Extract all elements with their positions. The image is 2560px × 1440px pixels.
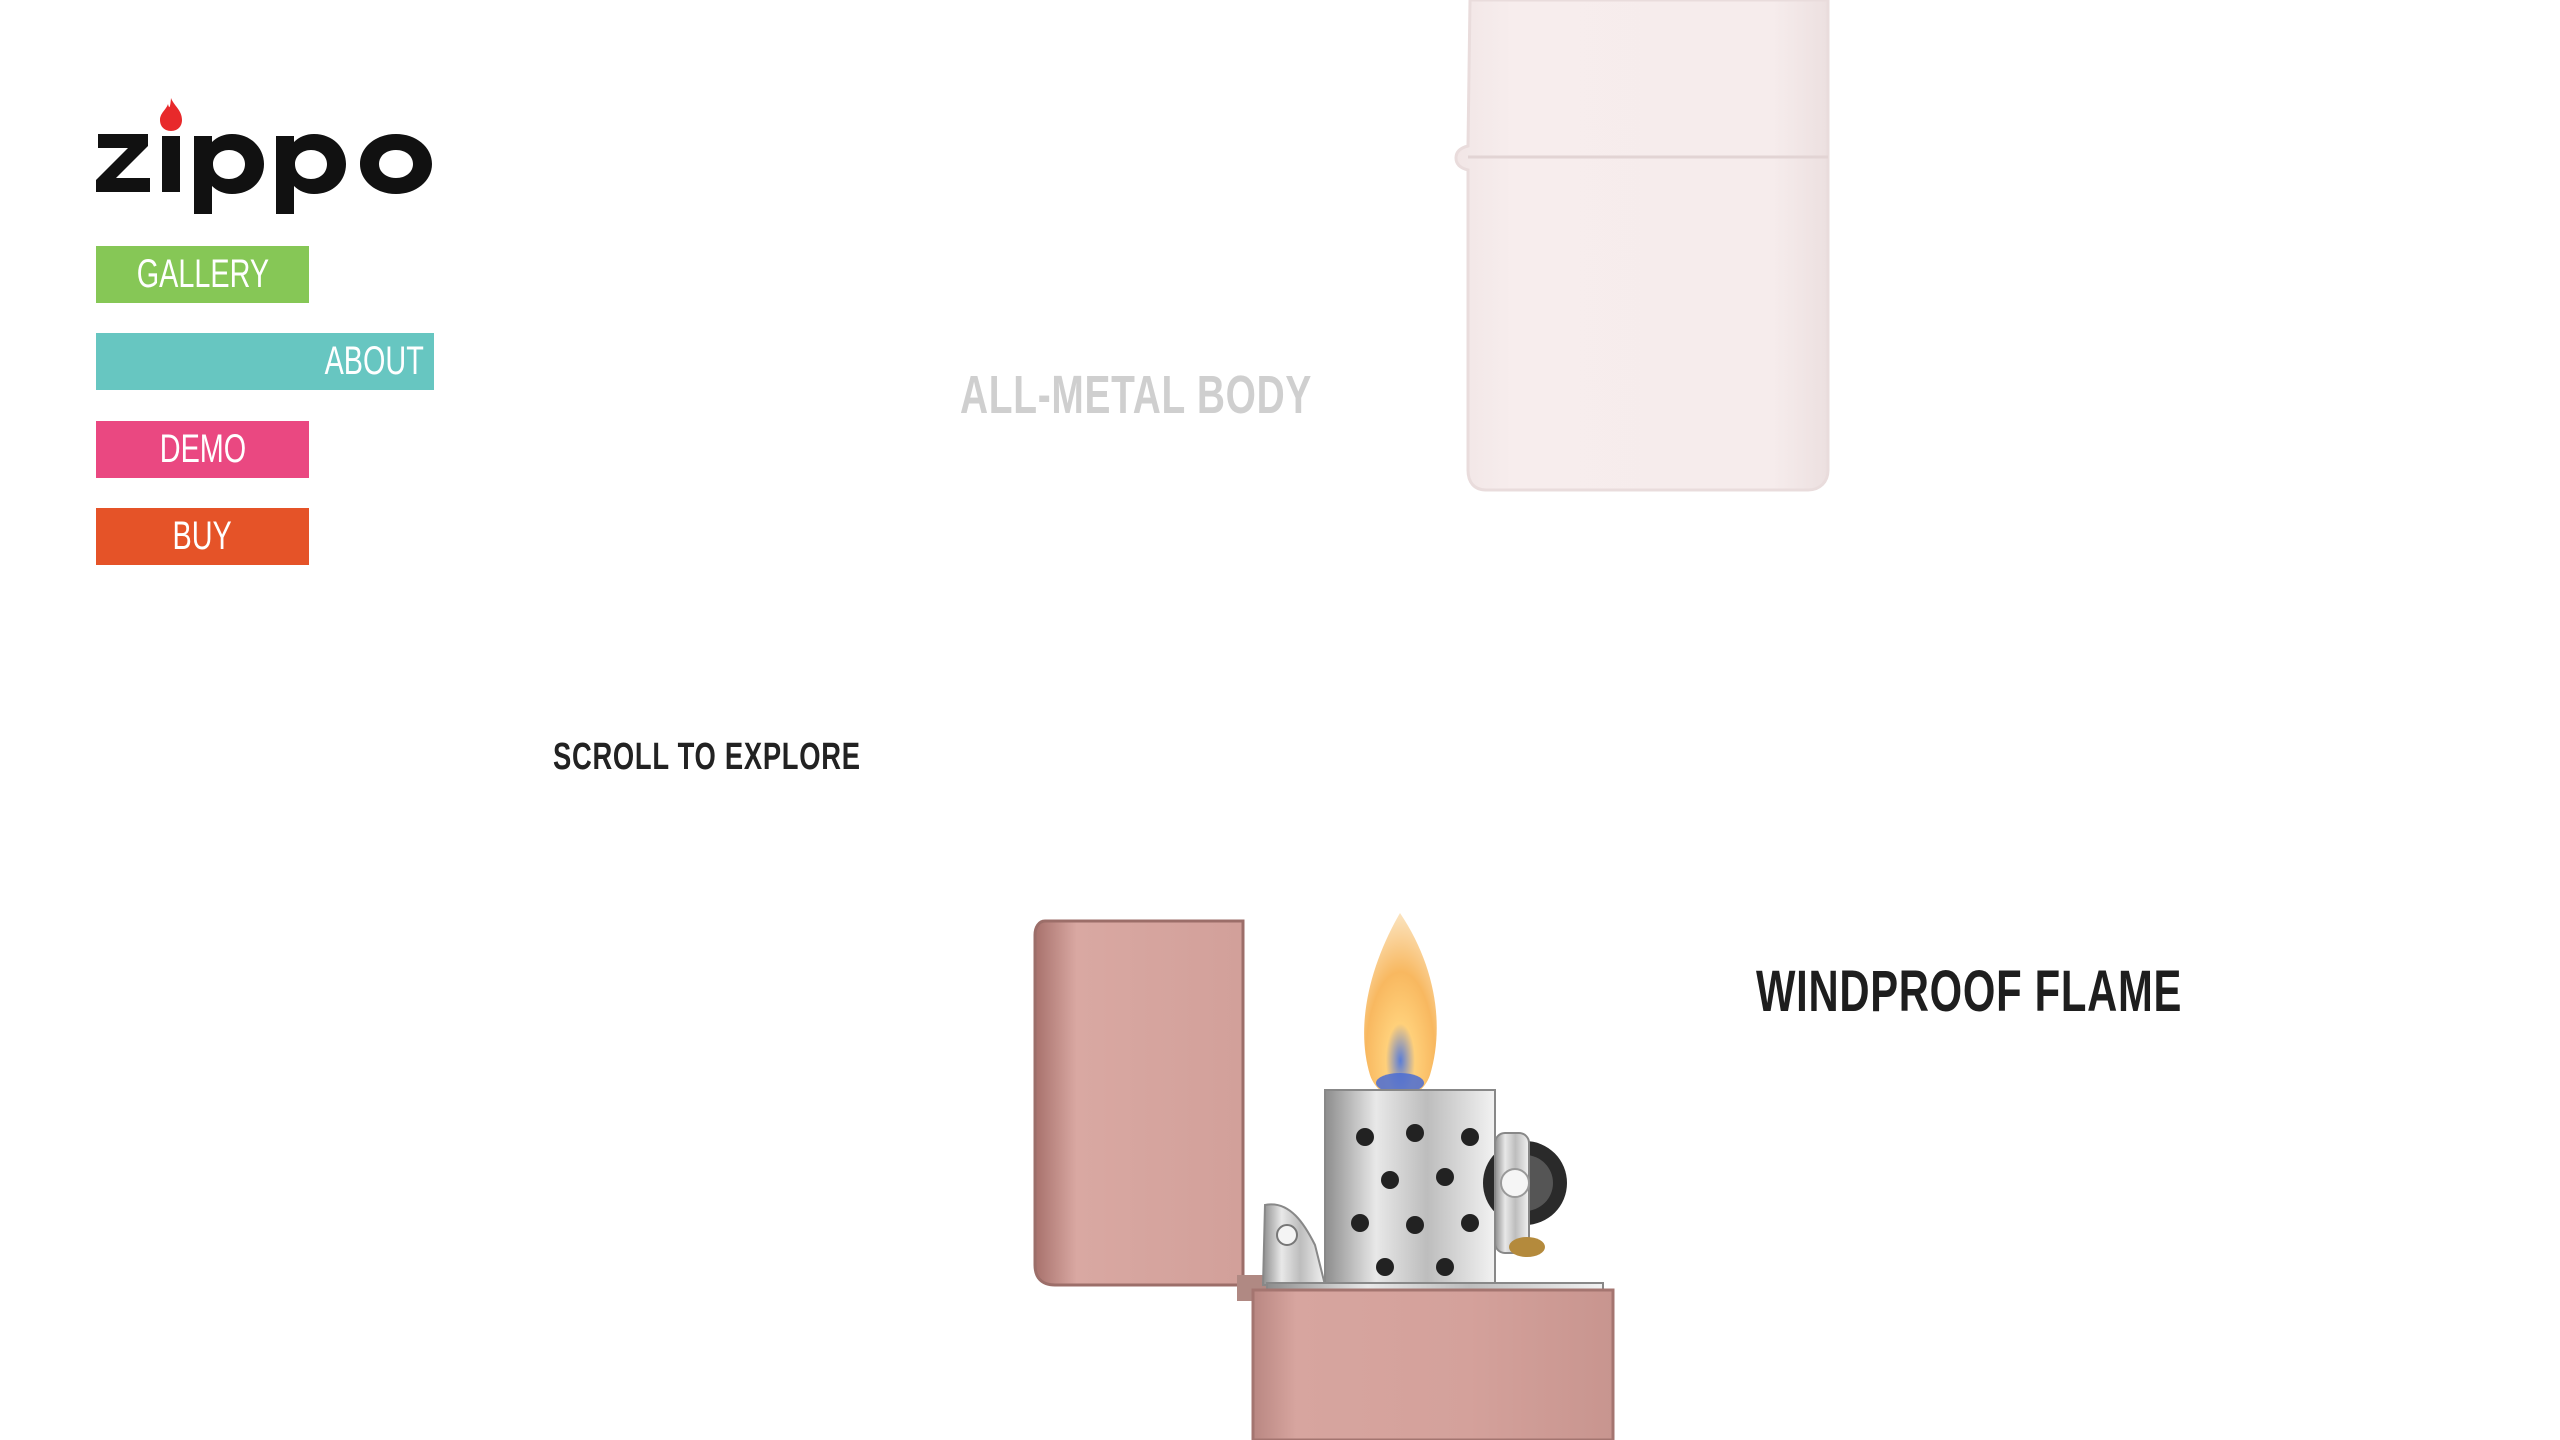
open-pink-lighter-image (1033, 913, 1615, 1440)
nav-about-label: ABOUT (324, 339, 424, 383)
nav-about-button[interactable]: ABOUT (96, 333, 434, 390)
nav-gallery-label: GALLERY (136, 252, 269, 296)
nav-buy-button[interactable]: BUY (96, 508, 309, 565)
nav-demo-button[interactable]: DEMO (96, 421, 309, 478)
nav-demo-label: DEMO (159, 427, 246, 471)
nav-gallery-button[interactable]: GALLERY (96, 246, 309, 303)
nav-buy-label: BUY (172, 514, 233, 558)
feature-all-metal-body: ALL-METAL BODY (960, 365, 1313, 425)
zippo-logo[interactable] (96, 96, 436, 216)
feature-windproof-flame: WINDPROOF FLAME (1756, 959, 2183, 1024)
closed-white-lighter-image (1454, 0, 1830, 492)
scroll-to-explore-hint: SCROLL TO EXPLORE (553, 736, 861, 778)
